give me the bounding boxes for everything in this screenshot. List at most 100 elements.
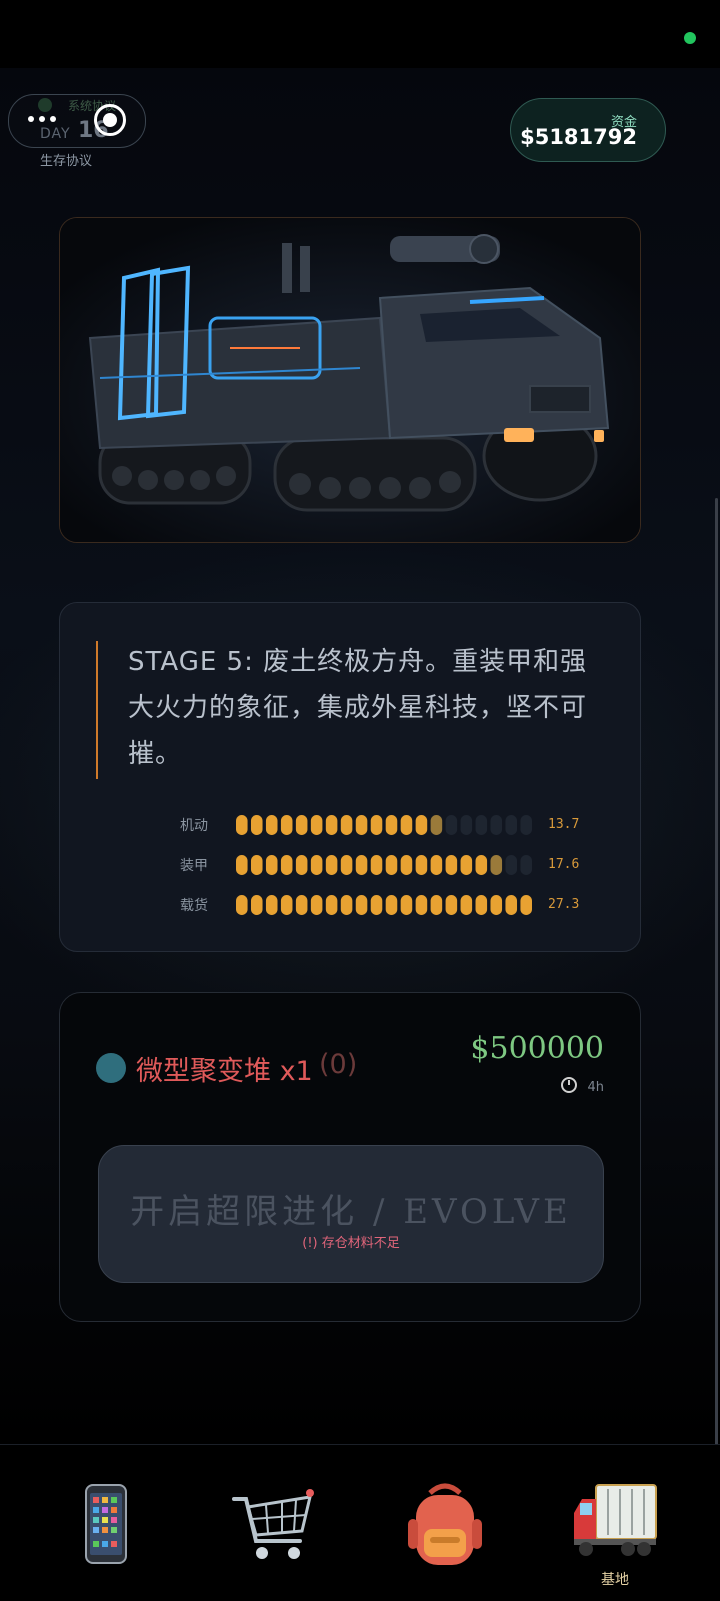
stat-segment [505,815,518,835]
nav-item-base[interactable]: 基地 [570,1479,660,1588]
stat-segment [520,895,532,915]
material-owned-count: (0) [319,1049,358,1080]
stat-segment [400,855,413,875]
truck-icon [574,1484,657,1556]
stat-bar-armor [236,855,532,875]
stat-label: 载货 [180,898,208,914]
stat-segment [325,895,338,915]
stat-segment [265,895,278,915]
stat-segment [475,895,488,915]
stat-segment [236,895,248,915]
backpack-icon [408,1483,482,1565]
stat-bar-mobility [236,815,532,835]
stat-row-mobility: 机动 13.7 [180,813,600,837]
stat-segment [400,895,413,915]
material-icon [96,1053,126,1083]
stat-segment [385,895,398,915]
stat-segment [250,895,263,915]
stat-segment [325,815,338,835]
status-bar [0,0,720,68]
stat-segment [280,855,293,875]
stat-segment [460,855,473,875]
stat-segment [325,855,338,875]
cart-icon [232,1489,314,1559]
stat-segment [445,855,458,875]
stat-segment [430,815,443,835]
stat-segment [385,815,398,835]
stat-segment [355,855,368,875]
stat-segment [310,895,323,915]
stat-label: 机动 [180,818,208,834]
stat-segment [236,815,248,835]
nav-item-shop[interactable] [230,1479,320,1579]
stat-segment [490,855,503,875]
stat-segment [250,815,263,835]
stat-value: 13.7 [548,817,580,832]
stat-segment [430,895,443,915]
stat-segment [355,815,368,835]
stat-segment [295,855,308,875]
stat-segment [460,895,473,915]
stat-segment [520,855,532,875]
stat-segment [295,895,308,915]
stat-segment [520,815,532,835]
system-status-dot [38,98,52,112]
nav-item-backpack[interactable] [400,1479,490,1579]
stat-segment [250,855,263,875]
stat-segment [445,895,458,915]
vehicle-info-card: STAGE 5: 废土终极方舟。重装甲和强大火力的象征，集成外星科技，坚不可摧。… [59,602,641,952]
nav-item-phone[interactable] [60,1479,150,1579]
stat-segment [295,815,308,835]
stat-segment [340,855,353,875]
stat-segment [400,815,413,835]
stat-row-armor: 装甲 17.6 [180,853,600,877]
stat-segment [310,815,323,835]
stat-value: 17.6 [548,857,580,872]
stat-segment [475,855,488,875]
evolve-button-label: 开启超限进化 / EVOLVE [130,1192,572,1232]
evolve-time: 4h [561,1077,604,1095]
stat-segment [490,815,503,835]
evolve-button[interactable]: 开启超限进化 / EVOLVE (!) 存仓材料不足 [98,1145,604,1283]
stat-label: 装甲 [180,858,208,874]
stat-segment [505,855,518,875]
armored-vehicle-illustration [60,218,640,542]
stat-segment [310,855,323,875]
more-dots-icon[interactable] [26,112,60,126]
stat-segment [265,815,278,835]
main-screen: 系统协议 DAY 16 生存协议 资金 $5181792 STAGE 5: 废土… [0,68,720,1444]
evolve-time-value: 4h [587,1080,604,1095]
vehicle-description: STAGE 5: 废土终极方舟。重装甲和强大火力的象征，集成外星科技，坚不可摧。 [128,647,588,769]
stat-segment [355,895,368,915]
stat-segment [236,855,248,875]
stat-segment [475,815,488,835]
stat-segment [280,895,293,915]
stat-segment [415,895,428,915]
stat-segment [370,895,383,915]
evolve-price: $500000 [470,1031,604,1066]
stat-segment [490,895,503,915]
close-target-icon[interactable] [94,104,126,136]
status-indicator-dot [684,32,696,44]
page-subtitle: 生存协议 [40,154,93,169]
evolve-card: 微型聚变堆 x1 (0) $500000 4h 开启超限进化 / EVOLVE … [59,992,641,1322]
phone-icon [85,1484,127,1564]
stat-segment [415,855,428,875]
stat-segment [430,855,443,875]
stopwatch-icon [561,1077,578,1093]
stat-row-cargo: 载货 27.3 [180,893,600,917]
funds-value: $5181792 [520,125,637,149]
stat-segment [340,815,353,835]
stat-value: 27.3 [548,897,580,912]
stat-segment [265,855,278,875]
accent-bar [96,641,98,779]
stat-segment [460,815,473,835]
nav-label-base: 基地 [601,1572,629,1588]
stat-segment [370,815,383,835]
stat-segment [280,815,293,835]
vehicle-image-card [59,217,641,543]
stat-segment [385,855,398,875]
stat-segment [340,895,353,915]
scrollbar[interactable] [715,498,718,1444]
stat-segment [445,815,458,835]
